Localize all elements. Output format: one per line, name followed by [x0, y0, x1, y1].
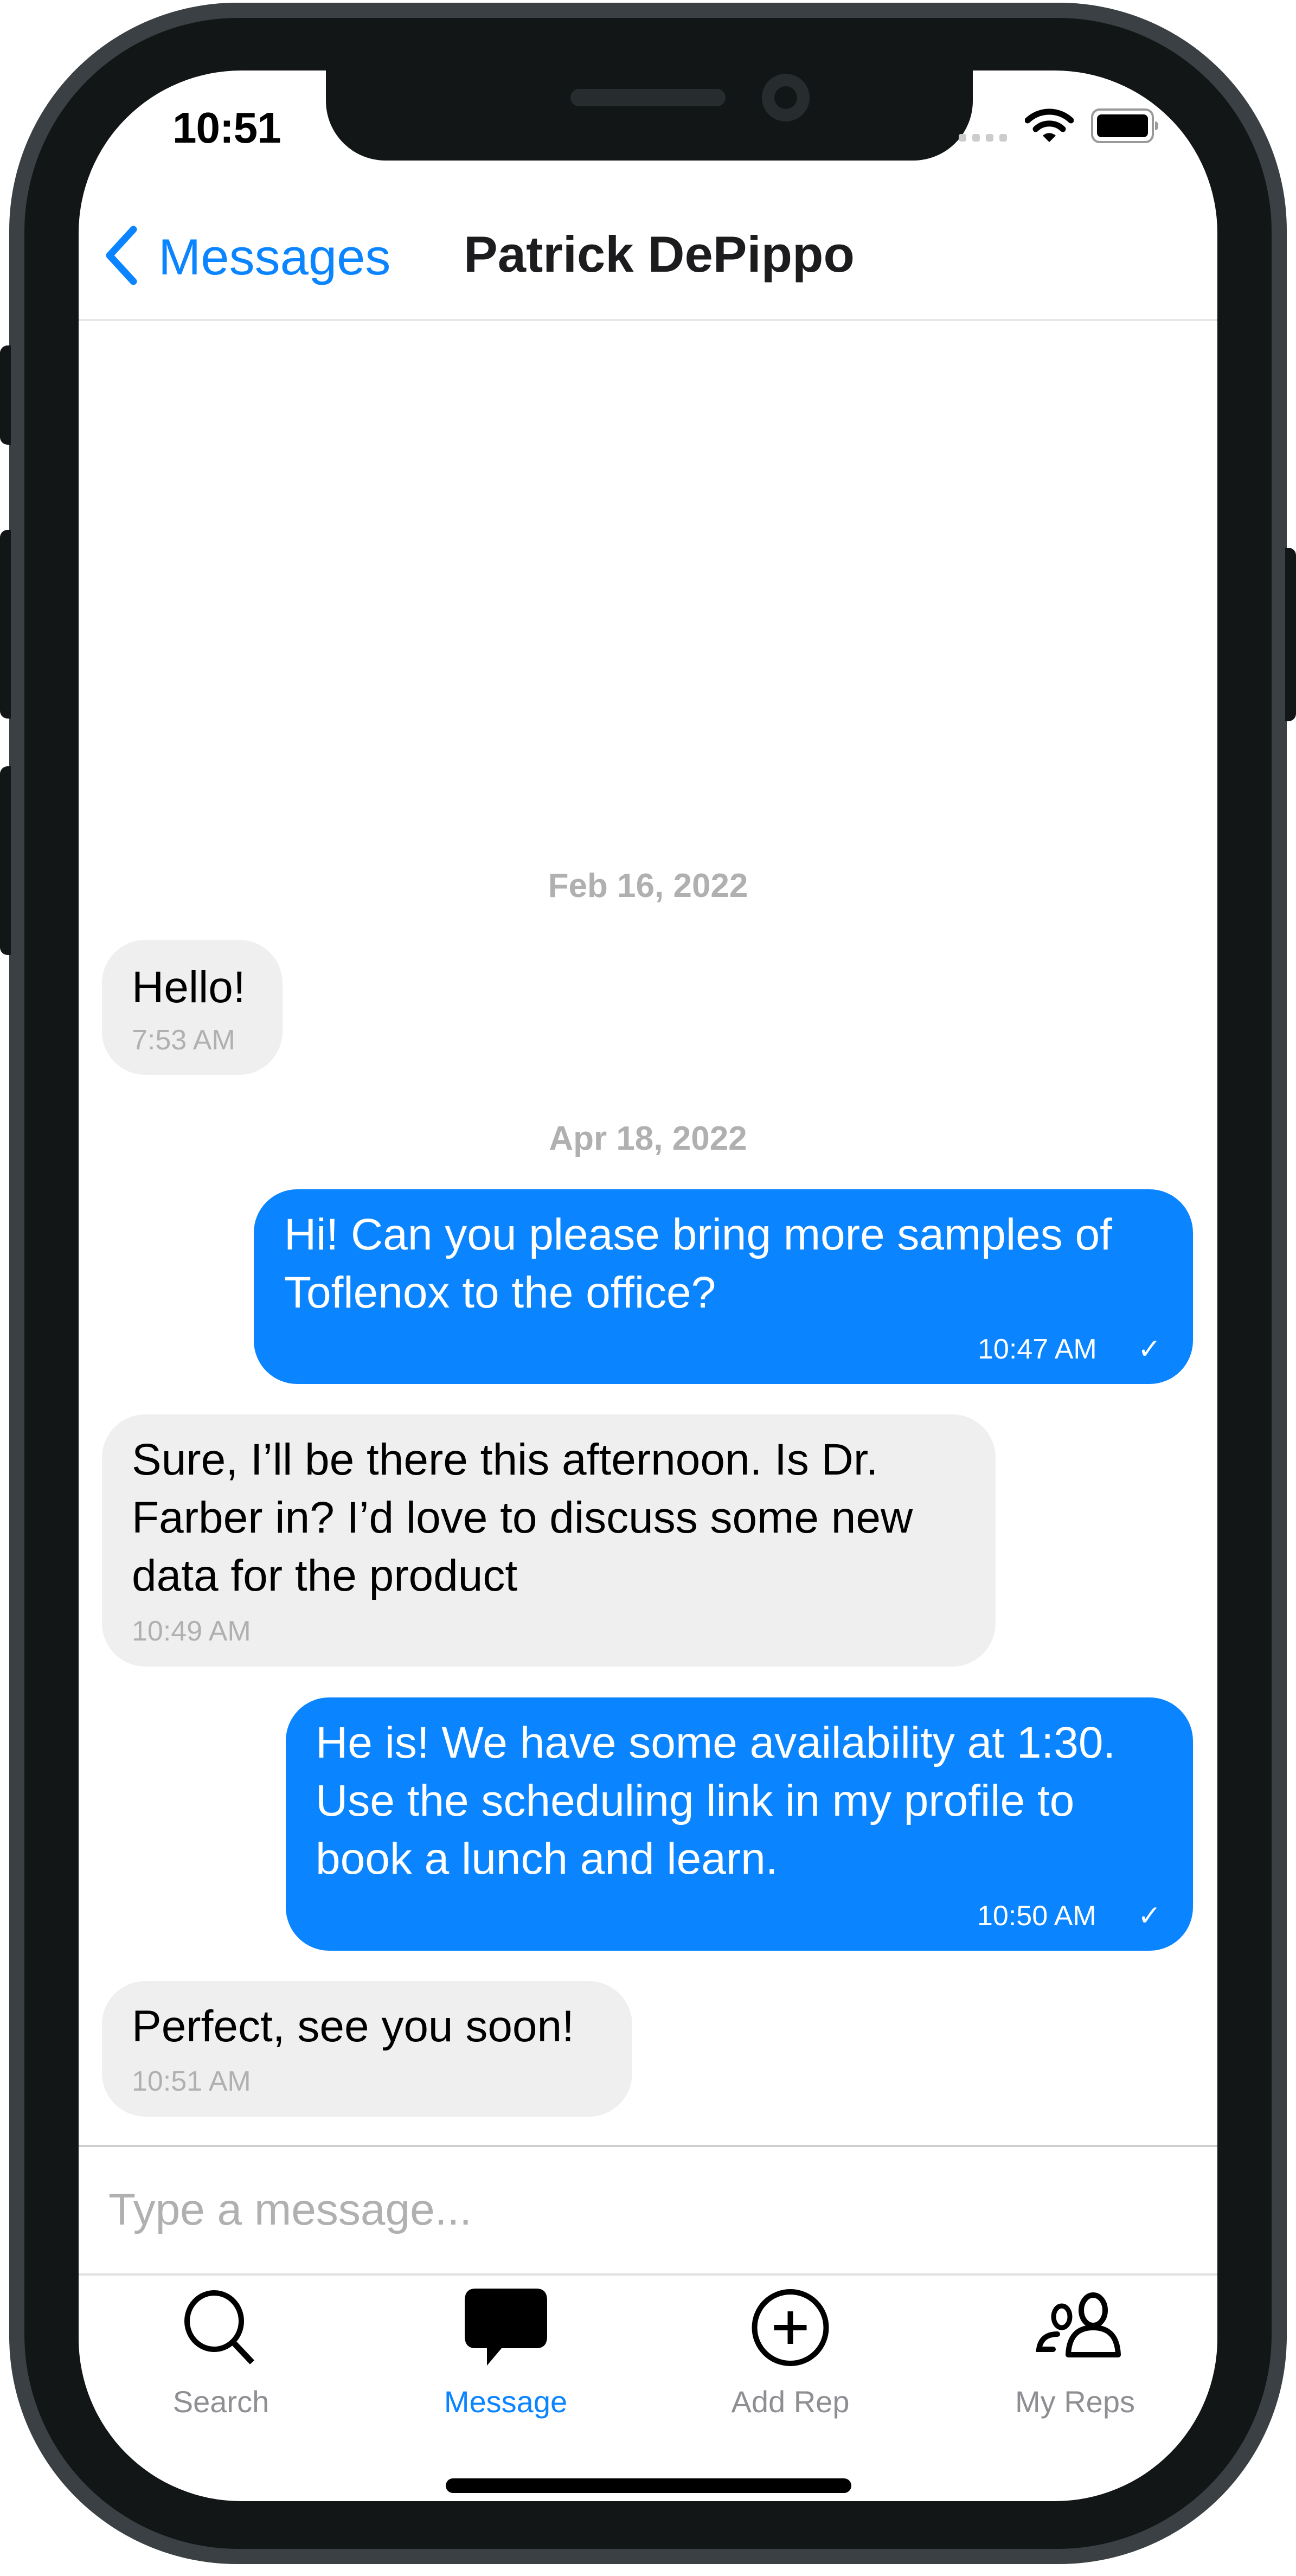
- tab-label: Add Rep: [731, 2385, 850, 2419]
- message-bubble-incoming[interactable]: Hello! 7:53 AM: [102, 940, 283, 1075]
- add-circle-icon: [752, 2289, 829, 2366]
- message-bubble-outgoing[interactable]: He is! We have some availability at 1:30…: [286, 1697, 1193, 1951]
- power-button: [1285, 548, 1296, 721]
- tab-label: Search: [172, 2385, 270, 2419]
- tab-message[interactable]: Message: [363, 2278, 648, 2424]
- message-bubble-icon: [464, 2289, 547, 2366]
- cellular-signal-icon: [959, 0, 1007, 163]
- message-bubble-outgoing[interactable]: Hi! Can you please bring more samples of…: [254, 1189, 1193, 1384]
- chevron-left-icon: [106, 226, 137, 285]
- message-bubble-incoming[interactable]: Sure, I’ll be there this afternoon. Is D…: [102, 1414, 996, 1667]
- status-time: 10:51: [172, 104, 281, 152]
- volume-up-button: [0, 530, 11, 719]
- message-text: Perfect, see you soon!: [132, 2002, 574, 2051]
- message-time: 7:53 AM: [132, 1024, 235, 1056]
- notch: [326, 54, 973, 161]
- tab-label: My Reps: [1015, 2385, 1135, 2419]
- battery-icon: [1091, 108, 1158, 143]
- tabbar-divider: [79, 2273, 1217, 2276]
- search-icon: [184, 2290, 254, 2364]
- back-button[interactable]: Messages: [98, 217, 401, 293]
- home-indicator[interactable]: [446, 2478, 851, 2493]
- message-text: Sure, I’ll be there this afternoon. Is D…: [132, 1435, 913, 1600]
- back-label: Messages: [158, 228, 391, 285]
- delivered-check-icon: ✓: [1138, 1334, 1162, 1365]
- message-text: Hello!: [132, 963, 246, 1012]
- message-time: 10:47 AM: [978, 1334, 1097, 1365]
- tab-label: Message: [444, 2385, 568, 2419]
- message-time: 10:49 AM: [132, 1616, 251, 1647]
- message-time: 10:50 AM: [977, 1900, 1096, 1932]
- tab-search[interactable]: Search: [79, 2278, 363, 2424]
- date-separator: Apr 18, 2022: [549, 1120, 747, 1157]
- message-time: 10:51 AM: [132, 2066, 251, 2097]
- message-input[interactable]: [79, 2148, 1217, 2272]
- date-separator: Feb 16, 2022: [548, 867, 748, 905]
- speaker-grille: [570, 89, 726, 106]
- tab-add-rep[interactable]: Add Rep: [648, 2278, 933, 2424]
- camera-lens: [774, 86, 797, 109]
- tab-my-reps[interactable]: My Reps: [933, 2278, 1217, 2424]
- people-icon: [1035, 2292, 1121, 2357]
- mute-switch: [0, 345, 11, 445]
- composer-divider: [79, 2145, 1217, 2147]
- nav-divider: [79, 319, 1217, 321]
- message-text: Hi! Can you please bring more samples of…: [284, 1210, 1112, 1317]
- delivered-check-icon: ✓: [1138, 1900, 1162, 1932]
- wifi-icon: [1025, 108, 1074, 142]
- volume-down-button: [0, 766, 11, 955]
- message-text: He is! We have some availability at 1:30…: [316, 1718, 1116, 1883]
- message-bubble-incoming[interactable]: Perfect, see you soon! 10:51 AM: [102, 1981, 632, 2117]
- conversation-title: Patrick DePippo: [464, 226, 855, 283]
